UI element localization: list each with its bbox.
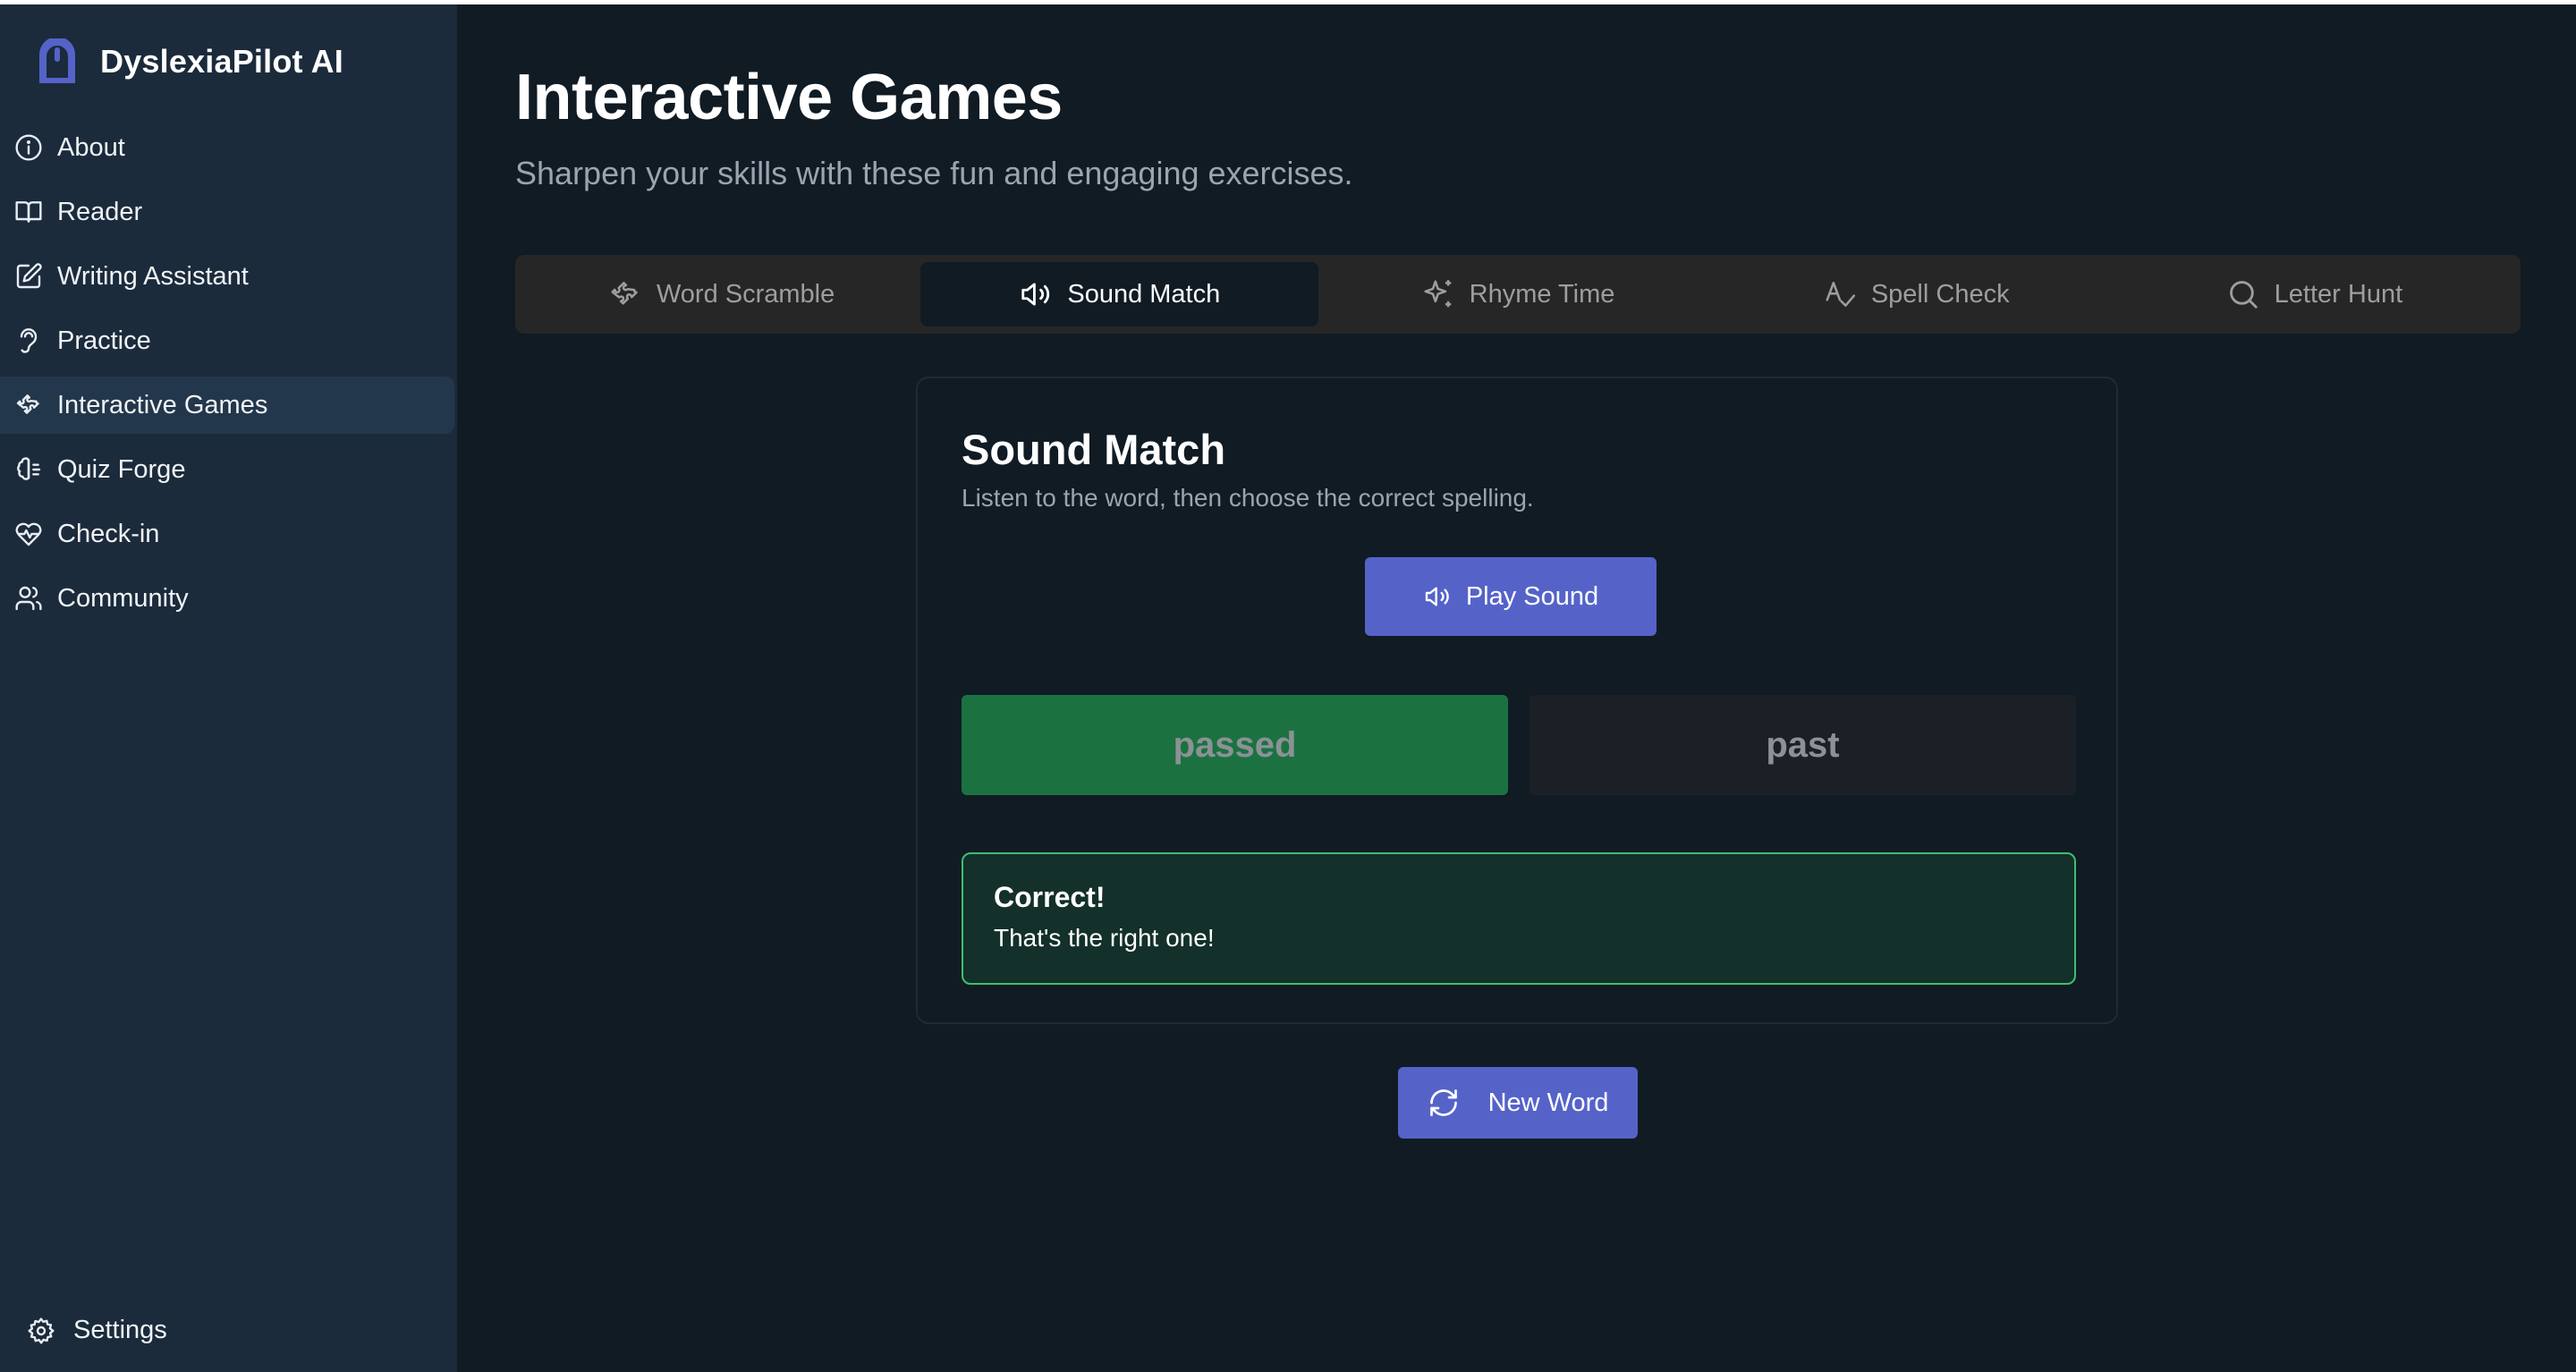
sidebar-item-community[interactable]: Community: [0, 570, 457, 627]
tab-label: Word Scramble: [656, 279, 835, 309]
book-open-icon: [15, 201, 42, 223]
tab-sound-match[interactable]: Sound Match: [920, 262, 1319, 326]
sidebar-item-about[interactable]: About: [0, 119, 457, 176]
game-title: Sound Match: [962, 426, 1226, 473]
tab-word-scramble[interactable]: Word Scramble: [522, 262, 920, 326]
gear-icon: [28, 1317, 55, 1344]
tab-label: Rhyme Time: [1469, 279, 1615, 309]
new-word-button[interactable]: New Word: [1398, 1067, 1638, 1139]
search-icon: [2229, 281, 2258, 309]
sidebar-item-settings[interactable]: Settings: [27, 1316, 167, 1345]
sidebar-item-label: Check-in: [57, 519, 160, 548]
feedback-alert: Correct! That's the right one!: [962, 852, 2076, 985]
app-name: DyslexiaPilot AI: [100, 43, 343, 80]
play-sound-label: Play Sound: [1465, 581, 1599, 611]
brand[interactable]: DyslexiaPilot AI: [36, 38, 343, 85]
sidebar-item-interactive-games[interactable]: Interactive Games: [0, 377, 454, 434]
refresh-icon: [1429, 1089, 1457, 1116]
spell-check-icon: [1826, 282, 1855, 307]
main-content: Interactive Games Sharpen your skills wi…: [457, 4, 2576, 1372]
sidebar-item-label: Writing Assistant: [57, 261, 249, 291]
new-word-label: New Word: [1487, 1088, 1609, 1117]
speaker-icon: [1425, 587, 1449, 606]
settings-label: Settings: [73, 1316, 167, 1344]
brain-icon: [17, 457, 41, 480]
tab-rhyme-time[interactable]: Rhyme Time: [1318, 262, 1716, 326]
sidebar-item-label: About: [57, 132, 125, 162]
page-title: Interactive Games: [515, 62, 1063, 133]
sidebar-item-writing-assistant[interactable]: Writing Assistant: [0, 248, 457, 305]
heart-pulse-icon: [15, 522, 42, 546]
tab-letter-hunt[interactable]: Letter Hunt: [2115, 262, 2513, 326]
sidebar-item-quiz-forge[interactable]: Quiz Forge: [0, 441, 457, 498]
feedback-message: That's the right one!: [994, 924, 1215, 952]
sidebar-item-label: Practice: [57, 326, 151, 355]
sidebar-item-label: Community: [57, 583, 189, 613]
puzzle-icon: [611, 282, 638, 305]
sidebar: DyslexiaPilot AI About Reader Writing As…: [0, 4, 457, 1372]
arch-logo-icon: [39, 38, 75, 83]
sparkles-icon: [1424, 280, 1451, 308]
sidebar-item-label: Quiz Forge: [57, 454, 186, 484]
sidebar-nav: About Reader Writing Assistant Practice …: [0, 119, 457, 634]
users-icon: [15, 586, 42, 611]
info-icon: [15, 134, 42, 161]
tab-spell-check[interactable]: Spell Check: [1717, 262, 2115, 326]
tab-label: Sound Match: [1067, 279, 1221, 309]
sound-match-card: Sound Match Listen to the word, then cho…: [916, 377, 2118, 1024]
speaker-icon: [1021, 283, 1050, 306]
choice-past-button[interactable]: past: [1530, 695, 2076, 795]
feedback-title: Correct!: [994, 881, 1106, 913]
sidebar-item-reader[interactable]: Reader: [0, 183, 457, 241]
ear-icon: [20, 328, 38, 353]
tab-label: Spell Check: [1870, 279, 2010, 309]
page-subtitle: Sharpen your skills with these fun and e…: [515, 155, 1353, 191]
game-description: Listen to the word, then choose the corr…: [962, 484, 1534, 512]
puzzle-icon: [16, 394, 39, 414]
choice-passed-button[interactable]: passed: [962, 695, 1508, 795]
game-tabs: Word Scramble Sound Match Rhyme Time Spe…: [515, 255, 2521, 334]
sidebar-item-check-in[interactable]: Check-in: [0, 505, 457, 563]
pencil-square-icon: [16, 263, 42, 289]
play-sound-button[interactable]: Play Sound: [1365, 557, 1657, 636]
sidebar-item-label: Interactive Games: [57, 390, 268, 419]
tab-label: Letter Hunt: [2274, 279, 2403, 309]
sidebar-item-practice[interactable]: Practice: [0, 312, 457, 369]
sidebar-item-label: Reader: [57, 197, 143, 226]
